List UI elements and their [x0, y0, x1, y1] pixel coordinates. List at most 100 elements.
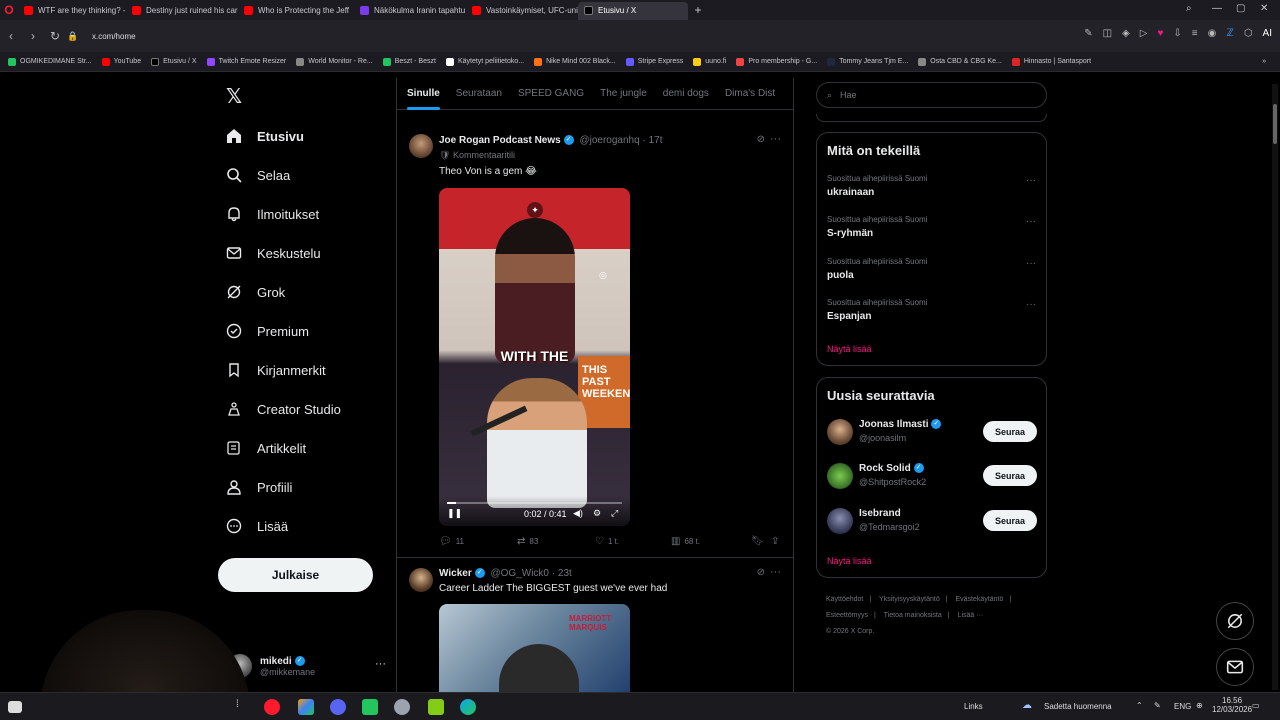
opera-icon[interactable]	[264, 699, 280, 715]
scrollbar[interactable]	[1272, 84, 1278, 690]
tweet-more-icon[interactable]: ···	[770, 133, 781, 145]
reply-button[interactable]: 💬︎ 11	[439, 536, 464, 547]
bookmark-item[interactable]: Hinnasto | Santasport	[1011, 57, 1091, 66]
pause-icon[interactable]: ❚❚	[447, 508, 462, 519]
download-icon[interactable]: ⇩	[1173, 28, 1181, 39]
nav-item-messages[interactable]: Keskustelu	[226, 245, 321, 261]
browser-tab[interactable]: Destiny just ruined his car	[126, 2, 238, 20]
play-icon[interactable]: ▷	[1140, 28, 1148, 39]
bookmark-item[interactable]: Käytetyt peliitietoko...	[445, 57, 524, 66]
back-icon[interactable]: ‹	[0, 25, 22, 47]
menu-icon[interactable]: ≡	[1192, 28, 1198, 39]
edge-icon[interactable]	[460, 699, 476, 715]
tweet-author-name[interactable]: Joe Rogan Podcast News	[439, 135, 561, 146]
follow-show-more-link[interactable]: Näytä lisää	[827, 556, 872, 566]
pen-icon[interactable]: ✎	[1154, 701, 1161, 710]
browser-tab[interactable]: WTF are they thinking? - Y	[18, 2, 126, 20]
avatar[interactable]	[409, 134, 433, 158]
bookmark-button[interactable]: 🔖︎	[751, 536, 768, 547]
close-window-icon[interactable]: ✕	[1260, 3, 1268, 14]
trend-more-icon[interactable]: ···	[1026, 258, 1036, 269]
footer-link[interactable]: Yksityisyyskäytäntö	[879, 596, 940, 603]
bookmark-item[interactable]: Beszt - Beszt	[382, 57, 436, 66]
browser-tab[interactable]: Who is Protecting the Jeff	[238, 2, 350, 20]
grok-icon[interactable]: ⊘	[757, 567, 765, 578]
settings-icon[interactable]: ⚙	[593, 508, 601, 519]
nav-item-articles[interactable]: Artikkelit	[226, 440, 306, 456]
language-indicator[interactable]: ENG	[1174, 702, 1191, 711]
views-button[interactable]: ▥ 68 t.	[671, 536, 700, 547]
trend-more-icon[interactable]: ···	[1026, 216, 1036, 227]
nav-item-profile[interactable]: Profiili	[226, 479, 292, 495]
bookmark-item[interactable]: Twitch Emote Resizer	[206, 57, 286, 66]
reload-icon[interactable]: ↻	[44, 25, 66, 47]
bookmark-item[interactable]: uuno.fi	[693, 57, 726, 66]
bookmark-item[interactable]: Stripe Express	[625, 57, 683, 66]
weather-text[interactable]: Sadetta huomenna	[1044, 702, 1112, 711]
avatar[interactable]	[409, 568, 433, 592]
x-logo-icon[interactable]: 𝕏	[226, 84, 242, 109]
trend-name[interactable]: S-ryhmän	[827, 228, 873, 239]
nav-item-creator-studio[interactable]: Creator Studio	[226, 401, 341, 417]
minimize-icon[interactable]: —	[1212, 3, 1222, 14]
footer-link[interactable]: Käyttöehdot	[826, 596, 863, 603]
bookmark-item[interactable]: Etusivu / X	[151, 57, 197, 66]
grok-enhance-icon[interactable]: ✦	[527, 202, 543, 218]
taskview-icon[interactable]	[8, 701, 22, 713]
new-tab-button[interactable]: +	[688, 3, 708, 17]
bookmark-item[interactable]: World Monitor - Re...	[296, 57, 373, 66]
bookmark-item[interactable]: Tommy Jeans Tjm E...	[827, 57, 908, 66]
follow-button[interactable]: Seuraa	[983, 465, 1037, 486]
ai-button[interactable]: AI	[1263, 28, 1272, 39]
tab-dimas-dist[interactable]: Dima's Dist	[725, 78, 775, 110]
post-button[interactable]: Julkaise	[218, 558, 373, 592]
camera-icon[interactable]: ◫	[1103, 28, 1112, 39]
profile-icon[interactable]: ◉	[1208, 28, 1217, 39]
tweet[interactable]: Wicker ✓ @OG_Wick0 · 23t ⊘ ··· Career Lad…	[397, 558, 793, 698]
url-field[interactable]: x.com/home	[92, 32, 136, 41]
app-icon[interactable]	[298, 699, 314, 715]
heart-icon[interactable]: ♥	[1157, 28, 1163, 39]
links-toolbar[interactable]: Links	[964, 702, 983, 711]
bookmark-item[interactable]: Nike Mind 002 Black...	[534, 57, 616, 66]
tweet-time[interactable]: 23t	[558, 568, 572, 579]
follow-suggestion[interactable]: Joonas Ilmasti ✓ @joonasilm Seuraa	[827, 417, 1037, 447]
tab-for-you[interactable]: Sinulle	[407, 78, 440, 110]
volume-icon[interactable]: ◀)	[573, 508, 583, 519]
grok-fab-button[interactable]	[1216, 602, 1254, 640]
search-tabs-icon[interactable]: ⌕	[1186, 3, 1192, 14]
tweet-author-name[interactable]: Wicker	[439, 568, 472, 579]
clock[interactable]: 16.56 12/03/2026	[1212, 696, 1252, 714]
widgets-icon[interactable]: ⁞	[236, 699, 252, 715]
extension-icon[interactable]: ℤ	[1226, 28, 1233, 39]
kick-icon[interactable]	[362, 699, 378, 715]
trends-show-more-link[interactable]: Näytä lisää	[827, 344, 872, 354]
tab-the-jungle[interactable]: The jungle	[600, 78, 647, 110]
nav-item-more[interactable]: Lisää	[226, 518, 288, 534]
tweet-author-handle[interactable]: @OG_Wick0	[491, 568, 550, 579]
repost-button[interactable]: ⇄ 83	[517, 536, 538, 547]
forward-icon[interactable]: ›	[22, 25, 44, 47]
messages-fab-button[interactable]	[1216, 648, 1254, 686]
tweet-more-icon[interactable]: ···	[770, 566, 781, 578]
nav-item-home[interactable]: Etusivu	[226, 128, 304, 144]
tab-demi-dogs[interactable]: demi dogs	[663, 78, 709, 110]
nav-item-premium[interactable]: Premium	[226, 323, 309, 339]
share-button[interactable]: ⇪	[771, 536, 783, 547]
browser-tab[interactable]: Näkökulma Iranin tapahtu	[354, 2, 466, 20]
shield-icon[interactable]: ◈	[1122, 28, 1130, 39]
nav-item-explore[interactable]: Selaa	[226, 167, 290, 183]
trend-more-icon[interactable]: ···	[1026, 299, 1036, 310]
bookmarks-overflow-icon[interactable]: »	[1262, 58, 1266, 65]
bookmark-item[interactable]: Pro membership - G...	[736, 57, 817, 66]
fullscreen-icon[interactable]: ⤢	[611, 508, 618, 519]
scrollbar-thumb[interactable]	[1273, 104, 1277, 144]
tweet-image[interactable]: MARRIOTT MARQUIS	[439, 604, 630, 698]
tweet-author-handle[interactable]: @joeroganhq	[579, 135, 639, 146]
follow-button[interactable]: Seuraa	[983, 510, 1037, 531]
trend-name[interactable]: ukrainaan	[827, 187, 874, 198]
tweet-time[interactable]: 17t	[649, 135, 663, 146]
video-progress-bar[interactable]	[447, 502, 622, 504]
avatar[interactable]	[827, 419, 853, 445]
follow-button[interactable]: Seuraa	[983, 421, 1037, 442]
